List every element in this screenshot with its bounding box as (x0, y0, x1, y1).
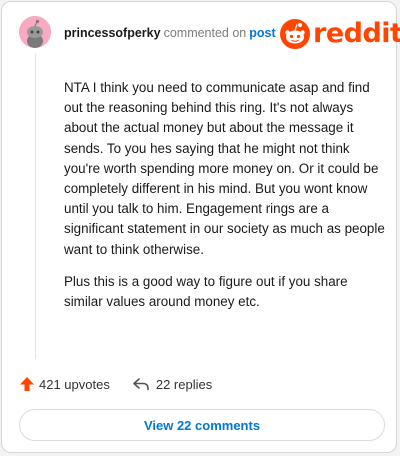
reddit-snoo-icon (280, 19, 310, 49)
username[interactable]: princessofperky (64, 26, 161, 40)
post-link[interactable]: post (249, 26, 275, 40)
comment-paragraph: NTA I think you need to communicate asap… (64, 80, 385, 257)
commented-on-text: commented on (163, 26, 247, 40)
comment-body: NTA I think you need to communicate asap… (64, 78, 386, 324)
upvote-arrow-icon (20, 377, 34, 391)
reddit-wordmark: reddit (313, 18, 400, 49)
view-comments-button[interactable]: View 22 comments (19, 409, 385, 441)
reply-arrow-icon (133, 378, 149, 391)
snoo-avatar-icon (19, 16, 51, 48)
comment-actions: 421 upvotes 22 replies (19, 376, 212, 392)
reply-count: 22 replies (155, 376, 213, 392)
comment-card: princessofperky commented on post reddit N… (1, 1, 400, 453)
thread-line[interactable] (35, 54, 36, 359)
replies-button[interactable]: 22 replies (110, 376, 212, 392)
upvote-button[interactable]: 421 upvotes (19, 376, 110, 392)
comment-paragraph: Plus this is a good way to figure out if… (64, 273, 348, 310)
comment-header: princessofperky commented on post (64, 26, 276, 41)
avatar[interactable] (19, 16, 51, 48)
upvote-count: 421 upvotes (39, 376, 110, 392)
reddit-logo[interactable]: reddit (280, 19, 400, 49)
